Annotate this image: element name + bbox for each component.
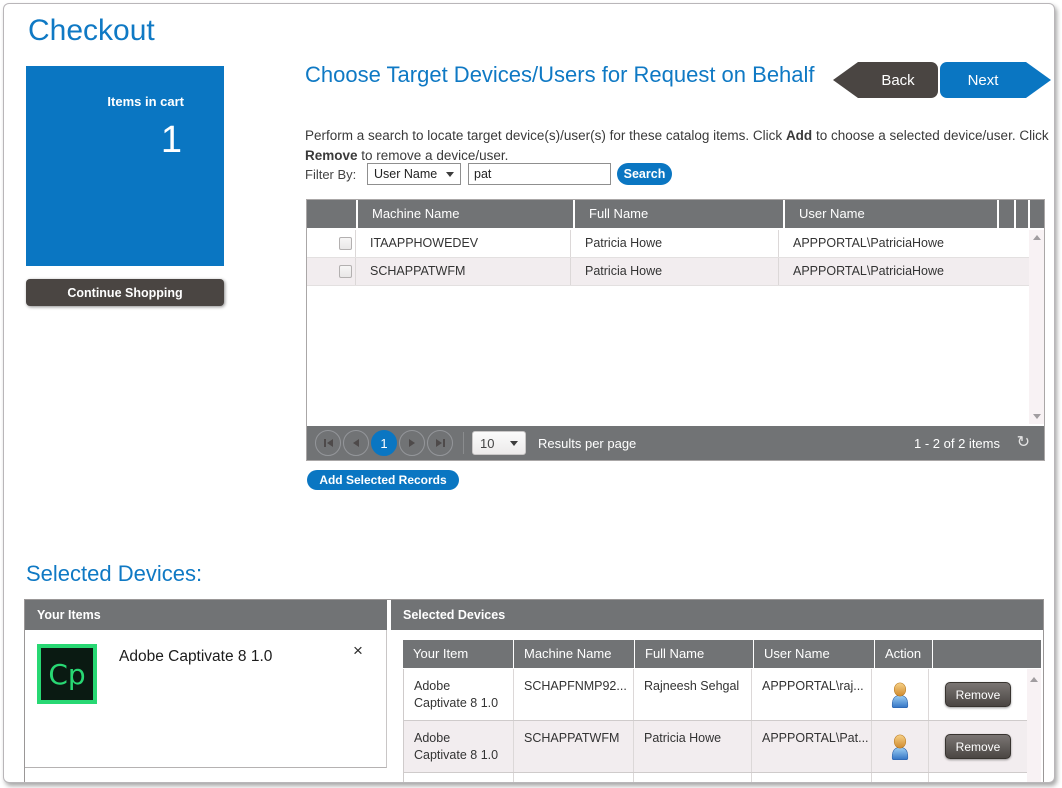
devices-header-spacer [933, 640, 1041, 668]
next-page-icon [409, 439, 415, 447]
results-per-page-label: Results per page [538, 436, 636, 451]
filter-field-select[interactable]: User Name [367, 163, 461, 185]
grid-header-row: Machine Name Full Name User Name [307, 200, 1044, 228]
grid-header-select [307, 200, 356, 228]
checkout-page: Checkout Items in cart 1 Continue Shoppi… [3, 3, 1055, 783]
back-button-label: Back [881, 72, 914, 89]
pager-next-button[interactable] [399, 430, 425, 456]
filter-field-value: User Name [374, 167, 437, 181]
your-items-pane: Cp Adobe Captivate 8 1.0 × [25, 630, 387, 768]
cart-count: 1 [26, 119, 224, 162]
devices-header-row: Your Item Machine Name Full Name User Na… [403, 640, 1041, 668]
next-button-label: Next [968, 72, 999, 89]
cart-summary-card: Items in cart 1 [26, 66, 224, 266]
filter-by-label: Filter By: [305, 167, 356, 182]
pager-current-page[interactable]: 1 [371, 430, 397, 456]
cell-machine-name: ITAAPPHOWEDEV [356, 230, 571, 257]
user-icon[interactable] [889, 734, 911, 760]
cart-item-name: Adobe Captivate 8 1.0 [119, 648, 272, 666]
pager-range-label: 1 - 2 of 2 items [914, 436, 1000, 451]
devices-header-machine-name: Machine Name [514, 640, 634, 668]
row-checkbox[interactable] [339, 237, 352, 250]
selected-devices-table: Your Item Machine Name Full Name User Na… [403, 640, 1041, 783]
cell-machine-name: SCHAPFNMP92... [514, 669, 634, 720]
cell-user-name: APPPORTAL\raj... [752, 669, 872, 720]
chooser-instructions: Perform a search to locate target device… [305, 126, 1051, 165]
screen: Checkout Items in cart 1 Continue Shoppi… [0, 0, 1062, 788]
search-results-grid: Machine Name Full Name User Name ITAAPPH… [306, 199, 1045, 461]
pager-last-button[interactable] [427, 430, 453, 456]
grid-header-user-name[interactable]: User Name [785, 200, 997, 228]
refresh-icon[interactable]: ↻ [1017, 435, 1030, 451]
cell-full-name: Patricia Howe [571, 258, 779, 285]
your-items-header: Your Items [25, 600, 387, 630]
table-row: Adobe Captivate 8 1.0 SCHAPPATWFM Patric… [404, 721, 1027, 773]
chevron-down-icon [446, 172, 454, 177]
adobe-captivate-icon: Cp [37, 644, 97, 704]
scroll-down-icon[interactable] [1033, 414, 1041, 419]
table-row: Adobe Captivate 8 1.0 SCHAPFNMP92... Raj… [404, 669, 1027, 721]
chooser-heading: Choose Target Devices/Users for Request … [305, 61, 857, 89]
pager-divider [463, 432, 464, 454]
cell-full-name: Patricia Howe [634, 721, 752, 772]
user-icon[interactable] [889, 682, 911, 708]
cell-full-name: Patricia Howe [571, 230, 779, 257]
grid-header-machine-name[interactable]: Machine Name [358, 200, 573, 228]
grid-header-full-name[interactable]: Full Name [575, 200, 783, 228]
page-size-value: 10 [480, 436, 494, 451]
cell-user-name: APPPORTAL\Pat... [752, 721, 872, 772]
page-title: Checkout [28, 14, 155, 48]
cell-action [872, 721, 929, 772]
grid-header-spacer [1016, 200, 1028, 228]
table-row: SCHAPPATWFM Patricia Howe APPPORTAL\Patr… [307, 258, 1029, 286]
first-page-icon [327, 439, 333, 447]
grid-pager: 1 10 Results per page 1 - 2 of 2 items ↻ [307, 426, 1044, 460]
devices-header-your-item: Your Item [403, 640, 513, 668]
remove-button[interactable]: Remove [945, 682, 1011, 707]
cell-full-name: Rajneesh Sehgal [634, 669, 752, 720]
grid-scrollbar[interactable] [1029, 230, 1044, 424]
cell-your-item: Adobe Captivate 8 1.0 [404, 721, 514, 772]
close-icon[interactable]: × [353, 642, 363, 659]
cell-action [872, 669, 929, 720]
filter-query-input[interactable] [468, 163, 611, 185]
selected-devices-heading: Selected Devices: [26, 560, 202, 588]
pager-prev-button[interactable] [343, 430, 369, 456]
pager-first-button[interactable] [315, 430, 341, 456]
cell-machine-name: SCHAPPATWFM [514, 721, 634, 772]
cell-user-name: APPPORTAL\PatriciaHowe [779, 230, 1029, 257]
page-size-select[interactable]: 10 [472, 431, 526, 455]
add-selected-records-button[interactable]: Add Selected Records [307, 470, 459, 490]
remove-button[interactable]: Remove [945, 734, 1011, 759]
devices-scrollbar[interactable] [1027, 669, 1041, 783]
grid-header-spacer [999, 200, 1014, 228]
cell-user-name: APPPORTAL\PatriciaHowe [779, 258, 1029, 285]
selected-devices-panel: Your Items Selected Devices Cp Adobe Cap… [24, 599, 1044, 783]
devices-header-user-name: User Name [754, 640, 874, 668]
prev-page-icon [353, 439, 359, 447]
next-button[interactable]: Next [940, 62, 1026, 98]
cell-machine-name: SCHAPPATWFM [356, 258, 571, 285]
selected-devices-header: Selected Devices [391, 600, 1043, 630]
scroll-up-icon[interactable] [1030, 677, 1038, 682]
last-page-icon [436, 439, 442, 447]
back-button[interactable]: Back [858, 62, 938, 98]
grid-header-spacer [1030, 200, 1044, 228]
search-button[interactable]: Search [617, 163, 672, 185]
cart-label: Items in cart [26, 94, 224, 109]
row-checkbox[interactable] [339, 265, 352, 278]
devices-header-action: Action [875, 640, 932, 668]
devices-header-full-name: Full Name [635, 640, 753, 668]
chevron-down-icon [510, 441, 518, 446]
table-row [404, 773, 1027, 783]
cell-your-item: Adobe Captivate 8 1.0 [404, 669, 514, 720]
continue-shopping-button[interactable]: Continue Shopping [26, 279, 224, 306]
scroll-up-icon[interactable] [1033, 235, 1041, 240]
table-row: ITAAPPHOWEDEV Patricia Howe APPPORTAL\Pa… [307, 230, 1029, 258]
